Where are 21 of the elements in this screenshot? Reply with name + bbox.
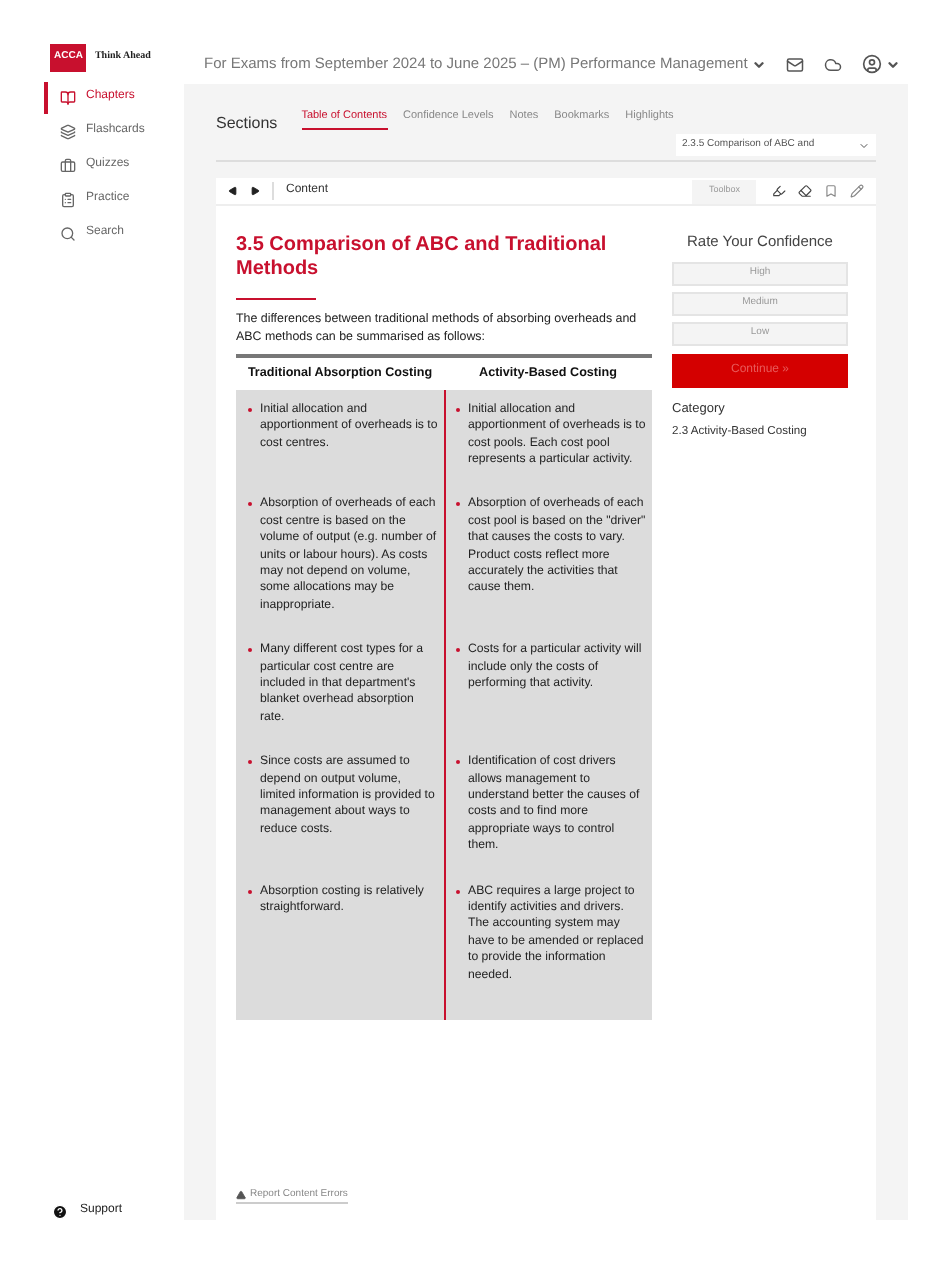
caret-icon	[886, 57, 900, 71]
search-icon	[60, 225, 76, 241]
next-icon[interactable]	[250, 186, 260, 197]
caret-icon	[751, 57, 766, 71]
previous-icon[interactable]	[228, 186, 238, 197]
warning-icon	[236, 1189, 246, 1200]
briefcase-icon	[60, 157, 76, 173]
book-icon	[60, 89, 76, 105]
marker-icon[interactable]	[772, 184, 786, 199]
eraser-icon[interactable]	[798, 184, 812, 199]
mail-icon[interactable]	[786, 55, 804, 73]
cloud-icon[interactable]	[824, 55, 842, 73]
user-icon[interactable]	[862, 54, 882, 74]
article-title: 3.5 Comparison of ABC and Traditional Methods	[236, 234, 609, 283]
cards-icon	[60, 123, 76, 139]
pencil-icon[interactable]	[850, 184, 864, 199]
clipboard-icon	[60, 191, 76, 207]
chevron-down-icon	[858, 139, 870, 152]
help-icon	[52, 1203, 68, 1219]
sections-heading: Sections	[216, 112, 278, 136]
bookmark-icon[interactable]	[824, 184, 838, 199]
